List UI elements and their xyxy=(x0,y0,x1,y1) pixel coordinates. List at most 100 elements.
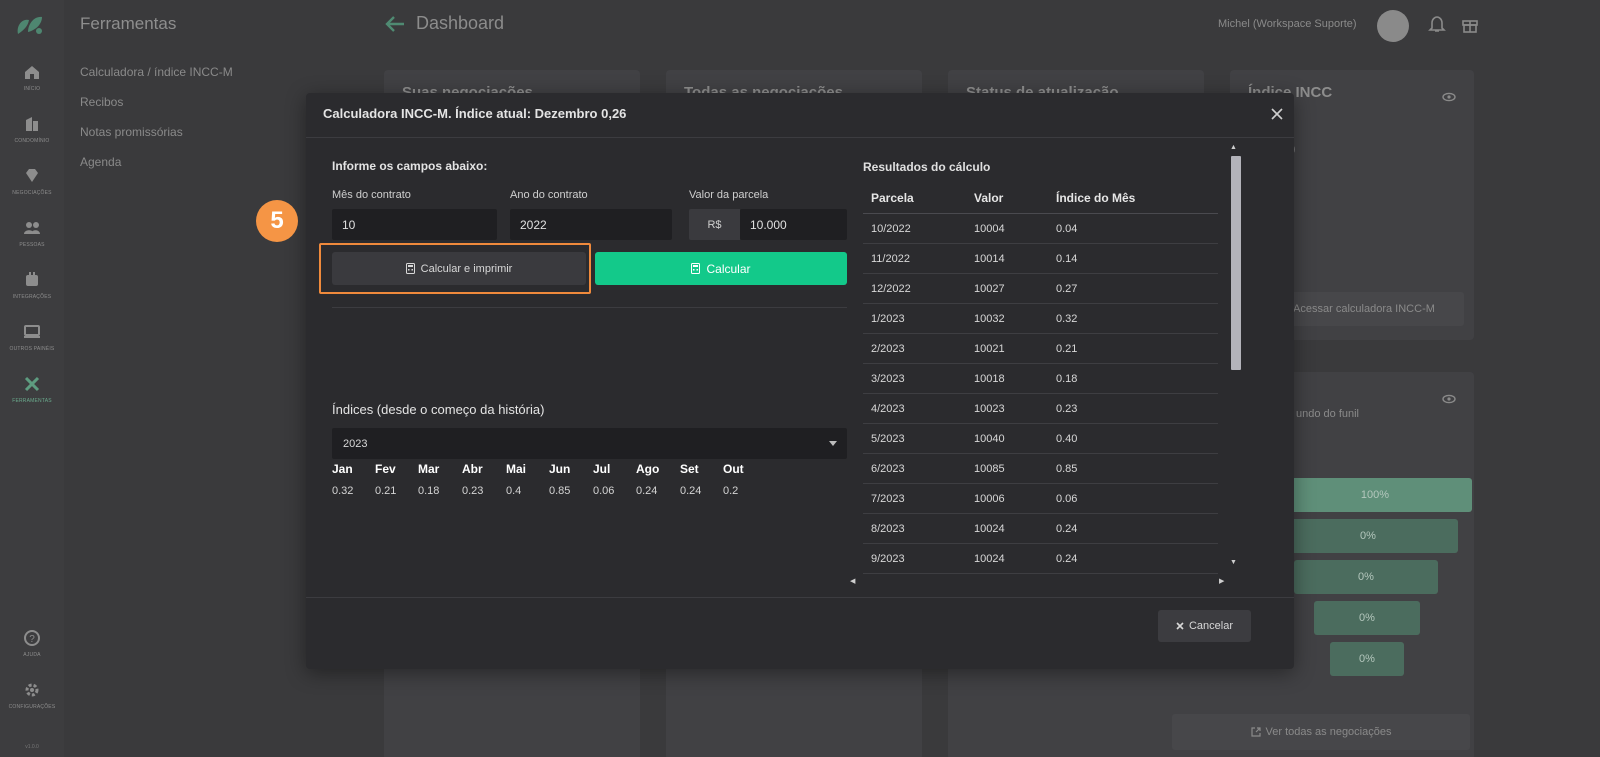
funnel-stage-bar: 0% xyxy=(1330,642,1404,676)
app-logo-icon[interactable] xyxy=(14,12,48,38)
month-index: Set 0.24 xyxy=(680,462,701,497)
table-row: 8/2023 10024 0.24 xyxy=(863,514,1218,544)
month-index: Jan 0.32 xyxy=(332,462,353,497)
column-header: Parcela xyxy=(871,191,914,205)
close-icon[interactable] xyxy=(1268,105,1286,123)
rail-item-pessoas[interactable]: Pessoas xyxy=(0,218,64,248)
calculate-button-label: Calcular xyxy=(706,261,751,276)
cell-indice: 0.18 xyxy=(1056,373,1078,385)
scroll-down-arrow-icon[interactable]: ▼ xyxy=(1230,559,1237,566)
currency-prefix: R$ xyxy=(689,209,740,240)
scroll-up-arrow-icon[interactable]: ▲ xyxy=(1230,144,1237,151)
funnel-stage-bar: 0% xyxy=(1294,560,1438,594)
cell-valor: 10018 xyxy=(974,373,1005,385)
indices-title: Índices (desde o começo da história) xyxy=(332,402,545,417)
rail-label: Início xyxy=(23,86,41,92)
subnav-link-recibos[interactable]: Recibos xyxy=(80,95,123,109)
calculate-and-print-button[interactable]: Calcular e imprimir xyxy=(332,252,586,285)
plugin-icon xyxy=(26,272,38,286)
rail-item-integracoes[interactable]: Integrações xyxy=(0,270,64,300)
help-icon: ? xyxy=(24,630,40,646)
subnav-link-agenda[interactable]: Agenda xyxy=(80,155,121,169)
rail-label: Ajuda xyxy=(23,652,41,658)
people-icon xyxy=(24,222,40,234)
form-divider xyxy=(332,307,847,308)
modal-footer-divider xyxy=(306,597,1294,598)
subnav-title: Ferramentas xyxy=(80,14,177,33)
month-label: Mês do contrato xyxy=(332,189,411,201)
rail-label: Outros painéis xyxy=(9,346,55,352)
bell-icon[interactable] xyxy=(1428,14,1446,34)
table-header: Parcela Valor Índice do Mês xyxy=(863,182,1218,214)
month-value: 0.24 xyxy=(680,485,702,497)
month-value: 0.32 xyxy=(332,485,354,497)
funnel-stage-bar: 0% xyxy=(1278,519,1458,553)
cell-indice: 0.06 xyxy=(1056,493,1078,505)
contract-month-input[interactable] xyxy=(332,209,497,240)
month-name: Set xyxy=(680,462,699,476)
month-value: 0.85 xyxy=(549,485,571,497)
rail-item-ferramentas[interactable]: Ferramentas xyxy=(0,374,64,404)
month-name: Jan xyxy=(332,462,353,476)
funnel-stage-bar: 100% xyxy=(1278,478,1472,512)
results-scrollbar-thumb[interactable] xyxy=(1231,156,1241,370)
month-name: Fev xyxy=(375,462,396,476)
subnav-link-calculadora[interactable]: Calculadora / índice INCC-M xyxy=(80,65,233,79)
cell-parcela: 1/2023 xyxy=(871,313,905,325)
cell-parcela: 4/2023 xyxy=(871,403,905,415)
table-row: 6/2023 10085 0.85 xyxy=(863,454,1218,484)
cell-indice: 0.40 xyxy=(1056,433,1078,445)
year-select[interactable]: 2023 xyxy=(332,428,847,459)
month-name: Jun xyxy=(549,462,571,476)
scroll-right-arrow-icon[interactable]: ▶ xyxy=(1219,577,1224,585)
rail-item-inicio[interactable]: Início xyxy=(0,62,64,92)
subnav-link-notas[interactable]: Notas promissórias xyxy=(80,125,183,139)
view-all-deals-button[interactable]: Ver todas as negociações xyxy=(1172,714,1470,750)
back-arrow-icon[interactable] xyxy=(384,14,406,34)
installment-value-input[interactable] xyxy=(740,209,847,240)
avatar[interactable] xyxy=(1377,10,1409,42)
month-name: Mai xyxy=(506,462,527,476)
table-row: 3/2023 10018 0.18 xyxy=(863,364,1218,394)
cell-parcela: 3/2023 xyxy=(871,373,905,385)
cell-valor: 10085 xyxy=(974,463,1005,475)
step-badge: 5 xyxy=(256,200,298,242)
side-rail: Início Condomínio Negociações Pessoas In… xyxy=(0,0,64,757)
cell-indice: 0.24 xyxy=(1056,523,1078,535)
month-value: 0.18 xyxy=(418,485,440,497)
rail-label: Configurações xyxy=(8,704,56,710)
results-table: Parcela Valor Índice do Mês 10/2022 10004… xyxy=(863,182,1218,574)
cell-indice: 0.14 xyxy=(1056,253,1078,265)
column-header: Índice do Mês xyxy=(1056,191,1136,205)
eye-icon[interactable] xyxy=(1442,394,1456,404)
month-index: Fev 0.21 xyxy=(375,462,396,497)
month-value: 0.06 xyxy=(593,485,615,497)
cell-parcela: 11/2022 xyxy=(871,253,910,265)
rail-item-ajuda[interactable]: ? Ajuda xyxy=(0,628,64,658)
cell-indice: 0.85 xyxy=(1056,463,1078,475)
print-button-label: Calcular e imprimir xyxy=(420,262,513,275)
eye-icon[interactable] xyxy=(1442,92,1456,102)
contract-year-input[interactable] xyxy=(510,209,672,240)
month-value: 0.4 xyxy=(506,485,522,497)
diamond-icon xyxy=(26,169,38,182)
tools-subnav: Ferramentas Calculadora / índice INCC-M … xyxy=(64,0,262,757)
cancel-button[interactable]: Cancelar xyxy=(1158,610,1251,642)
access-calculator-button[interactable]: Acessar calculadora INCC-M xyxy=(1264,292,1464,326)
calculate-button[interactable]: Calcular xyxy=(595,252,847,285)
user-name[interactable]: Michel (Workspace Suporte) xyxy=(1218,18,1357,30)
form-title: Informe os campos abaixo: xyxy=(332,159,488,173)
incc-calculator-modal: Calculadora INCC-M. Índice atual: Dezemb… xyxy=(256,93,1294,669)
scroll-left-arrow-icon[interactable]: ◀ xyxy=(850,577,855,585)
funnel-stage-bar: 0% xyxy=(1314,601,1420,635)
gift-icon[interactable] xyxy=(1461,14,1479,34)
rail-item-configuracoes[interactable]: Configurações xyxy=(0,680,64,710)
rail-item-condominio[interactable]: Condomínio xyxy=(0,114,64,144)
rail-label: Negociações xyxy=(12,190,52,196)
rail-item-outros-paineis[interactable]: Outros painéis xyxy=(0,322,64,352)
rail-item-negociacoes[interactable]: Negociações xyxy=(0,166,64,196)
cell-valor: 10014 xyxy=(974,253,1005,265)
table-row: 12/2022 10027 0.27 xyxy=(863,274,1218,304)
gear-icon xyxy=(25,683,39,697)
app-version: v1.0.0 xyxy=(25,744,39,750)
